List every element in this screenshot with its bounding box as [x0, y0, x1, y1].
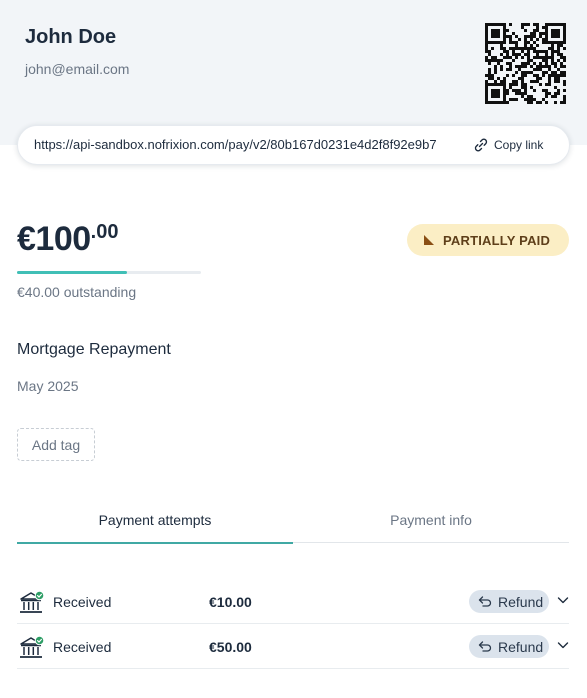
detail-tabs: Payment attempts Payment info	[17, 512, 569, 544]
bank-icon	[20, 591, 45, 613]
tab-payment-attempts[interactable]: Payment attempts	[17, 512, 293, 544]
status-badge: PARTIALLY PAID	[407, 224, 569, 256]
payment-period: May 2025	[17, 378, 79, 394]
qr-code[interactable]	[485, 23, 566, 104]
refund-button[interactable]: Refund	[469, 635, 549, 658]
amount-whole: 100	[35, 220, 91, 258]
status-label: PARTIALLY PAID	[443, 232, 551, 248]
bank-icon	[20, 636, 45, 658]
refund-icon	[478, 595, 492, 607]
outstanding-amount: €40.00 outstanding	[17, 284, 137, 300]
refund-label: Refund	[498, 638, 544, 655]
tab-payment-info[interactable]: Payment info	[293, 512, 569, 543]
attempt-amount: €10.00	[209, 594, 252, 610]
payer-email: john@email.com	[25, 61, 130, 77]
attempt-row[interactable]: Received €10.00 Refund	[17, 579, 569, 624]
attempt-status: Received	[53, 594, 112, 610]
chevron-down-icon[interactable]	[557, 639, 569, 651]
payment-amount: €100.00	[17, 220, 118, 259]
amount-decimal: .00	[90, 221, 119, 243]
partial-status-icon	[424, 235, 434, 245]
attempt-amount: €50.00	[209, 639, 252, 655]
payment-progress-bar	[17, 271, 201, 274]
link-icon	[474, 138, 488, 152]
refund-button[interactable]: Refund	[469, 590, 549, 613]
payment-progress-fill	[17, 271, 128, 274]
payment-link-url[interactable]: https://api-sandbox.nofrixion.com/pay/v2…	[34, 137, 484, 152]
attempt-status: Received	[53, 639, 112, 655]
refund-icon	[478, 640, 492, 652]
payment-description: Mortgage Repayment	[17, 341, 171, 358]
payment-link-bar: https://api-sandbox.nofrixion.com/pay/v2…	[17, 125, 570, 165]
copy-link-label: Copy link	[494, 138, 544, 152]
attempt-row[interactable]: Received €50.00 Refund	[17, 624, 569, 669]
copy-link-button[interactable]: Copy link	[473, 137, 543, 153]
chevron-down-icon[interactable]	[557, 594, 569, 606]
payer-name: John Doe	[25, 26, 117, 48]
add-tag-button[interactable]: Add tag	[17, 428, 95, 461]
payer-header: John Doe john@email.com	[0, 0, 587, 145]
currency-symbol: €	[17, 220, 36, 258]
refund-label: Refund	[498, 593, 544, 610]
